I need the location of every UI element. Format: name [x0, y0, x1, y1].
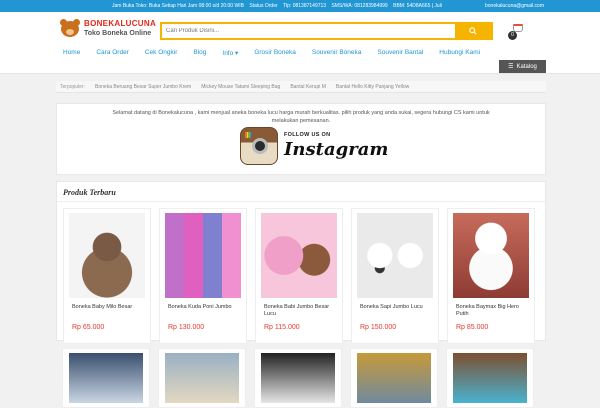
- product-image[interactable]: [357, 353, 431, 403]
- list-icon: ☰: [508, 64, 514, 70]
- brand-name: BONEKALUCUNA: [84, 18, 157, 28]
- product-price: Rp 150.000: [360, 324, 397, 331]
- product-name[interactable]: Boneka Babi Jumbo Besar Lucu: [256, 298, 342, 320]
- nav-blog[interactable]: Blog: [185, 45, 214, 59]
- popular-label: Terpopuler:: [60, 83, 86, 90]
- nav-grosir-boneka[interactable]: Grosir Boneka: [246, 45, 304, 59]
- popular-item[interactable]: Bantal Kerupi M: [290, 84, 326, 90]
- nav-souvenir-bantal[interactable]: Souvenir Bantal: [369, 45, 431, 59]
- search-bar: [160, 22, 493, 40]
- cart-count-badge: 0: [508, 31, 517, 40]
- product-card[interactable]: Boneka Baymax Big Hero Putih Rp 85.000: [447, 208, 535, 344]
- nav-home[interactable]: Home: [55, 45, 88, 59]
- topbar: Jam Buka Toko: Buka Setiap Hari Jam 08:0…: [0, 0, 600, 12]
- follow-us-label: FOLLOW US ON: [284, 132, 331, 138]
- nav-hubungi-kami[interactable]: Hubungi Kami: [431, 45, 488, 59]
- instagram-follow-link[interactable]: FOLLOW US ON Instagram: [240, 127, 388, 165]
- instagram-wordmark: Instagram: [284, 139, 389, 160]
- product-image[interactable]: [261, 353, 335, 403]
- cart-button[interactable]: 0: [508, 21, 526, 40]
- nav-cara-order[interactable]: Cara Order: [88, 45, 137, 59]
- product-card[interactable]: [158, 348, 246, 408]
- product-card[interactable]: Boneka Kuda Poni Jumbo Rp 130.000: [159, 208, 247, 344]
- product-price: Rp 130.000: [168, 324, 205, 331]
- product-name[interactable]: Boneka Kuda Poni Jumbo: [160, 298, 246, 320]
- product-name[interactable]: Boneka Sapi Jumbo Lucu: [352, 298, 438, 320]
- product-card[interactable]: Boneka Sapi Jumbo Lucu Rp 150.000: [351, 208, 439, 344]
- order-status-link[interactable]: Status Order: [249, 3, 277, 9]
- product-image[interactable]: [357, 213, 433, 298]
- product-image[interactable]: [165, 213, 241, 298]
- product-card[interactable]: [446, 348, 534, 408]
- product-card[interactable]: [254, 348, 342, 408]
- email-link[interactable]: bonekalucuna@gmail.com: [485, 3, 544, 9]
- search-input[interactable]: [162, 24, 455, 38]
- product-card[interactable]: Boneka Baby Milo Besar Rp 65.000: [63, 208, 151, 344]
- brand-tagline: Toko Boneka Online: [84, 29, 152, 37]
- welcome-text: Selamat datang di Bonekalucuna , kami me…: [112, 110, 490, 124]
- product-card[interactable]: [350, 348, 438, 408]
- bear-logo-icon: [59, 18, 81, 38]
- product-name[interactable]: Boneka Baymax Big Hero Putih: [448, 298, 534, 320]
- search-icon: [469, 27, 477, 35]
- sms-number: SMS/WA: 081283984999: [331, 3, 388, 9]
- main-nav: Home Cara Order Cek Ongkir Blog Info ▾ G…: [0, 45, 600, 74]
- product-row-2: [56, 348, 546, 408]
- product-price: Rp 85.000: [456, 324, 489, 331]
- product-card[interactable]: [62, 348, 150, 408]
- popular-item[interactable]: Bantal Hello Kitty Panjang Yellow: [336, 84, 409, 90]
- latest-products-section: Produk Terbaru Boneka Baby Milo Besar Rp…: [56, 181, 546, 344]
- instagram-camera-icon: [240, 127, 278, 165]
- topbar-info: Jam Buka Toko: Buka Setiap Hari Jam 08:0…: [112, 3, 446, 9]
- product-price: Rp 65.000: [72, 324, 105, 331]
- product-card[interactable]: Boneka Babi Jumbo Besar Lucu Rp 115.000: [255, 208, 343, 344]
- nav-info-dropdown[interactable]: Info ▾: [214, 45, 246, 59]
- product-price: Rp 115.000: [264, 324, 300, 331]
- welcome-banner: Selamat datang di Bonekalucuna , kami me…: [56, 103, 546, 175]
- product-image[interactable]: [453, 353, 527, 403]
- nav-souvenir-boneka[interactable]: Souvenir Boneka: [304, 45, 370, 59]
- search-button[interactable]: [455, 24, 491, 38]
- phone-number: Tlp: 081387149713: [282, 3, 327, 9]
- product-image[interactable]: [261, 213, 337, 298]
- product-image[interactable]: [165, 353, 239, 403]
- header: BONEKALUCUNA Toko Boneka Online 0: [0, 12, 600, 45]
- shop-hours: Jam Buka Toko: Buka Setiap Hari Jam 08:0…: [112, 3, 244, 9]
- popular-searches: Terpopuler: Boneka Beruang Besar Super J…: [56, 81, 546, 93]
- product-image[interactable]: [69, 213, 145, 298]
- popular-item[interactable]: Boneka Beruang Besar Super Jumbo Krem: [95, 84, 191, 90]
- katalog-button[interactable]: ☰ Katalog: [499, 60, 546, 73]
- nav-cek-ongkir[interactable]: Cek Ongkir: [137, 45, 186, 59]
- section-title: Produk Terbaru: [57, 182, 545, 202]
- product-name[interactable]: Boneka Baby Milo Besar: [64, 298, 150, 320]
- site-logo[interactable]: BONEKALUCUNA Toko Boneka Online: [59, 18, 156, 38]
- katalog-label: Katalog: [516, 63, 537, 70]
- bbm-pin: BBM: 54D8A665 | Juli: [393, 3, 442, 9]
- product-image[interactable]: [69, 353, 143, 403]
- popular-item[interactable]: Mickey Mouse Tatami Sleeping Bag: [201, 84, 280, 90]
- product-image[interactable]: [453, 213, 529, 298]
